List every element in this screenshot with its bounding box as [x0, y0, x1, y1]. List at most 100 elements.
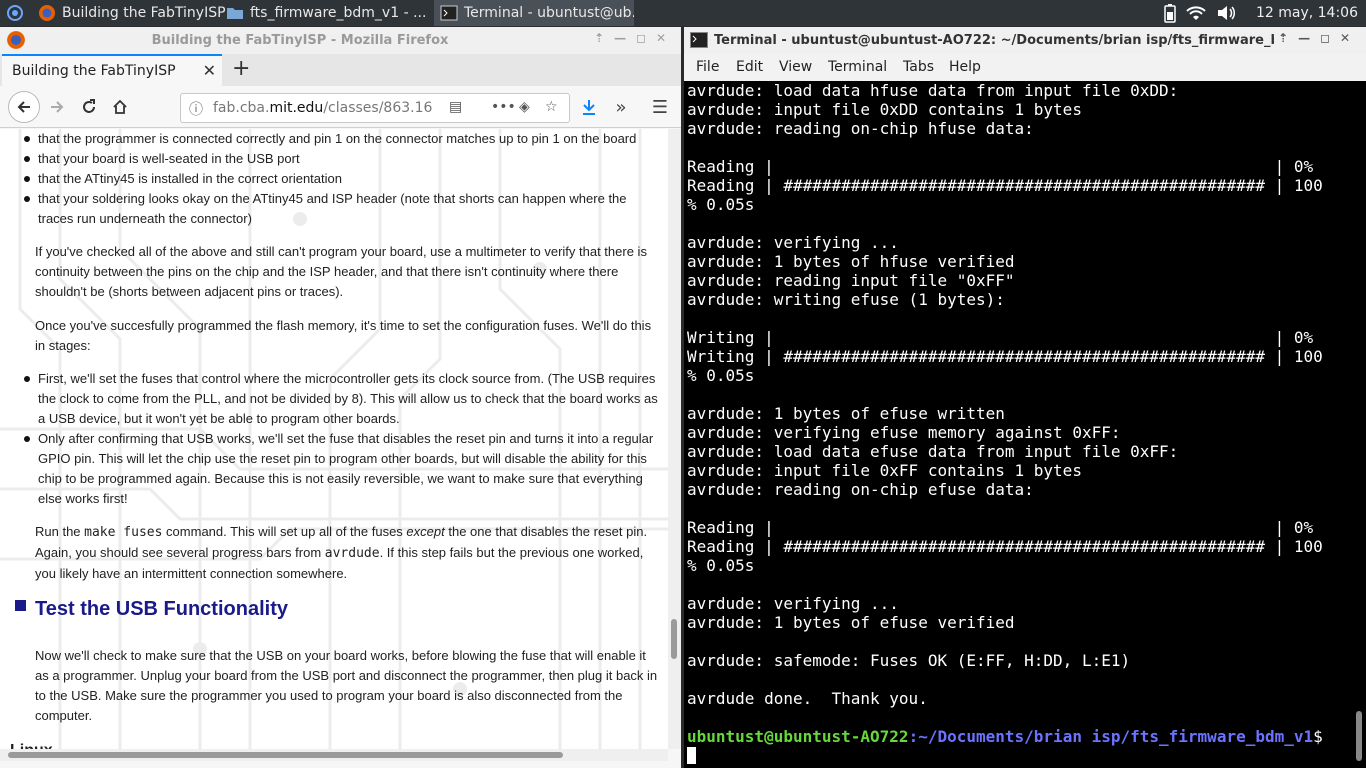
terminal-icon	[690, 32, 708, 48]
scrollbar-thumb[interactable]	[1356, 711, 1362, 761]
window-title: Terminal - ubuntust@ubuntust-AO722: ~/Do…	[714, 33, 1274, 48]
app-menu-icon	[7, 5, 23, 21]
taskbar-item-terminal[interactable]: Terminal - ubuntust@ub...	[434, 0, 634, 26]
apps-menu-button[interactable]	[0, 0, 30, 26]
reload-button[interactable]	[74, 93, 104, 121]
close-tab-icon[interactable]: ✕	[203, 61, 216, 80]
tab-strip: Building the FabTinyISP ✕ +	[0, 54, 681, 86]
info-icon[interactable]: ⓘ	[189, 99, 203, 119]
close-icon[interactable]: ✕	[656, 31, 666, 45]
top-panel: Building the FabTinyISP ... fts_firmware…	[0, 0, 1366, 26]
terminal-line: % 0.05s	[687, 366, 755, 385]
bookmark-star-icon[interactable]: ☆	[545, 99, 558, 115]
download-icon	[583, 100, 595, 115]
list-item: that your board is well-seated in the US…	[24, 149, 658, 169]
menu-help[interactable]: Help	[949, 59, 981, 75]
menu-terminal[interactable]: Terminal	[828, 59, 887, 75]
overflow-button[interactable]: »	[606, 93, 636, 121]
back-button[interactable]	[8, 91, 40, 123]
paragraph: Now we'll check to make sure that the US…	[35, 648, 658, 723]
scrollbar-thumb[interactable]	[8, 752, 563, 758]
taskbar-item-label: fts_firmware_bdm_v1 - ...	[250, 5, 427, 21]
downloads-button[interactable]	[574, 93, 604, 121]
terminal-window: Terminal - ubuntust@ubuntust-AO722: ~/Do…	[684, 27, 1366, 768]
home-icon	[113, 99, 127, 114]
forward-button[interactable]	[42, 93, 72, 121]
firefox-titlebar[interactable]: Building the FabTinyISP - Mozilla Firefo…	[0, 27, 681, 54]
terminal-line: % 0.05s	[687, 556, 755, 575]
terminal-line: avrdude: verifying efuse memory against …	[687, 423, 1121, 442]
terminal-line: avrdude: 1 bytes of hfuse verified	[687, 252, 1015, 271]
terminal-scrollbar[interactable]	[1352, 81, 1366, 768]
chevron-double-right-icon: »	[615, 96, 627, 118]
menu-edit[interactable]: Edit	[736, 59, 763, 75]
firefox-icon	[39, 5, 55, 21]
volume-icon[interactable]	[1216, 5, 1236, 21]
paragraph: If you've checked all of the above and s…	[35, 244, 647, 299]
close-icon[interactable]: ✕	[1340, 31, 1350, 45]
menu-file[interactable]: File	[696, 59, 719, 75]
hamburger-menu-button[interactable]: ☰	[645, 93, 675, 121]
paragraph: Once you've succesfully programmed the f…	[35, 318, 652, 353]
folder-icon	[227, 8, 243, 19]
reader-view-icon[interactable]: ▤	[449, 99, 462, 115]
menu-view[interactable]: View	[779, 59, 812, 75]
section-heading: Test the USB Functionality	[35, 598, 288, 620]
page-content: that the programmer is connected correct…	[0, 129, 668, 749]
vertical-scrollbar[interactable]	[668, 129, 681, 749]
inline-code: avrdude	[324, 546, 380, 561]
menu-tabs[interactable]: Tabs	[903, 59, 934, 75]
prompt-line: ubuntust@ubuntust-AO722:~/Documents/bria…	[687, 727, 1349, 746]
terminal-line: % 0.05s	[687, 195, 755, 214]
keep-above-icon[interactable]: ⇡	[594, 31, 604, 45]
browser-tab[interactable]: Building the FabTinyISP ✕	[2, 54, 222, 86]
tab-label: Building the FabTinyISP	[12, 63, 176, 79]
pocket-icon[interactable]: ◈	[519, 99, 530, 115]
list-item: First, we'll set the fuses that control …	[24, 369, 658, 429]
terminal-menubar: File Edit View Terminal Tabs Help	[684, 54, 1366, 81]
terminal-line: avrdude: reading on-chip hfuse data:	[687, 119, 1034, 138]
list-item: that your soldering looks okay on the AT…	[24, 189, 658, 229]
wifi-icon[interactable]	[1186, 5, 1206, 21]
page-actions-icon[interactable]: •••	[491, 99, 516, 115]
taskbar-item-files[interactable]: fts_firmware_bdm_v1 - ...	[220, 0, 432, 26]
keep-above-icon[interactable]: ⇡	[1278, 31, 1288, 45]
terminal-line: Writing | ##############################…	[687, 347, 1323, 366]
arrow-left-icon	[17, 101, 30, 113]
url-bar[interactable]: ⓘ fab.cba.mit.edu/classes/863.16 ▤ ••• ◈…	[180, 93, 570, 123]
prompt-path: :~/Documents/brian isp/fts_firmware_bdm_…	[908, 727, 1314, 746]
list-item: that the ATtiny45 is installed in the co…	[24, 169, 658, 189]
terminal-line: Reading | ##############################…	[687, 176, 1323, 195]
prompt-user: ubuntust@ubuntust-AO722	[687, 727, 909, 746]
reload-icon	[83, 99, 95, 113]
minimize-icon[interactable]: —	[614, 31, 626, 45]
heading-marker	[15, 600, 26, 611]
horizontal-scrollbar[interactable]	[0, 749, 668, 761]
terminal-line: avrdude: safemode: Fuses OK (E:FF, H:DD,…	[687, 651, 1131, 670]
home-button[interactable]	[105, 93, 135, 121]
menu-icon: ☰	[651, 96, 669, 118]
terminal-icon	[440, 5, 458, 21]
taskbar-item-firefox[interactable]: Building the FabTinyISP ...	[32, 0, 232, 26]
minimize-icon[interactable]: —	[1298, 31, 1310, 45]
battery-icon[interactable]	[1164, 3, 1176, 23]
firefox-window: Building the FabTinyISP - Mozilla Firefo…	[0, 27, 681, 768]
terminal-output[interactable]: avrdude: load data hfuse data from input…	[687, 81, 1349, 768]
terminal-line: avrdude: load data hfuse data from input…	[687, 81, 1179, 100]
inline-code: make fuses	[84, 525, 163, 540]
maximize-icon[interactable]: ◻	[636, 31, 646, 45]
scrollbar-thumb[interactable]	[671, 619, 677, 659]
new-tab-button[interactable]: +	[232, 56, 250, 81]
terminal-line: avrdude: input file 0xDD contains 1 byte…	[687, 100, 1082, 119]
terminal-line: Writing | | 0%	[687, 328, 1314, 347]
taskbar-item-label: Terminal - ubuntust@ub...	[464, 5, 634, 21]
terminal-line: avrdude: verifying ...	[687, 594, 899, 613]
clock[interactable]: 12 may, 14:06	[1256, 5, 1358, 21]
terminal-titlebar[interactable]: Terminal - ubuntust@ubuntust-AO722: ~/Do…	[684, 27, 1366, 54]
maximize-icon[interactable]: ◻	[1320, 31, 1330, 45]
